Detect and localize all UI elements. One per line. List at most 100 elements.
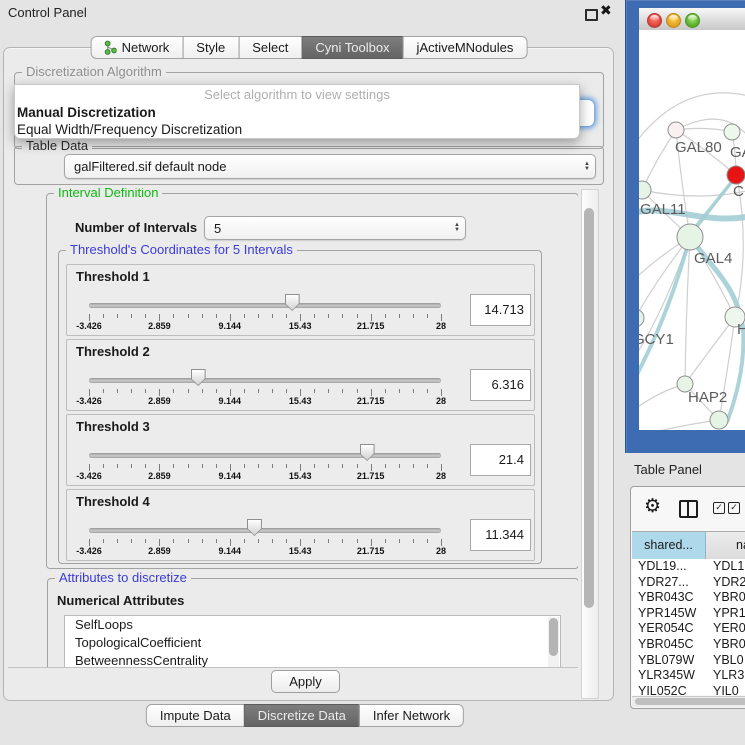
attribute-list-item[interactable]: TopologicalCoefficient — [65, 634, 560, 652]
node-gal4[interactable] — [677, 224, 703, 250]
gear-icon[interactable]: ⚙ — [644, 495, 661, 518]
threshold-slider[interactable]: -3.4262.8599.14415.4321.71528 — [89, 490, 441, 560]
slider-tick — [188, 539, 189, 543]
tab-label: Select — [252, 40, 288, 55]
network-window-frame[interactable]: GAL80GACGAL11GAL4GCY1HHAP2 — [625, 0, 745, 453]
popup-item-manual-discretization[interactable]: Manual Discretization — [15, 104, 579, 121]
tab-infer-network[interactable]: Infer Network — [359, 704, 464, 727]
apply-button[interactable]: Apply — [271, 670, 340, 693]
popup-item-equal-width-frequency-discretization[interactable]: Equal Width/Frequency Discretization — [15, 121, 579, 138]
tab-label: Discretize Data — [258, 708, 346, 723]
node-red[interactable] — [727, 166, 745, 184]
attributes-list[interactable]: SelfLoopsTopologicalCoefficientBetweenne… — [64, 615, 561, 668]
column-header-name[interactable]: na — [706, 532, 745, 559]
network-edge[interactable] — [639, 237, 690, 386]
slider-tick-label: 15.43 — [289, 471, 312, 481]
tab-style[interactable]: Style — [182, 36, 239, 59]
threshold-value-field[interactable]: 14.713 — [470, 294, 531, 326]
close-icon[interactable]: ✖ — [600, 2, 612, 19]
zoom-traffic-light-icon[interactable] — [685, 13, 700, 28]
table-data-combobox[interactable]: galFiltered.sif default node ▲▼ — [64, 154, 596, 179]
slider-handle[interactable] — [360, 444, 375, 461]
float-window-icon[interactable] — [585, 9, 598, 21]
group-title: Threshold's Coordinates for 5 Intervals — [66, 242, 297, 258]
table-row[interactable]: YDL19...YDL1 — [632, 559, 745, 575]
number-of-intervals-combobox[interactable]: 5 ▲▼ — [204, 216, 466, 240]
node-gal11[interactable] — [639, 181, 651, 199]
horizontal-scrollbar[interactable] — [632, 696, 745, 707]
threshold-value-field[interactable]: 21.4 — [470, 444, 531, 476]
tab-impute-data[interactable]: Impute Data — [146, 704, 245, 727]
slider-track[interactable] — [89, 528, 441, 533]
cell-name: YBR0 — [705, 637, 745, 653]
network-edge[interactable] — [639, 237, 690, 318]
checkbox-icon[interactable]: ✓ — [728, 502, 740, 514]
slider-tick — [427, 464, 428, 468]
slider-tick — [441, 539, 442, 546]
split-columns-icon[interactable] — [679, 500, 698, 518]
table-row[interactable]: YBR043CYBR0 — [632, 590, 745, 606]
network-edge[interactable] — [639, 420, 719, 430]
close-traffic-light-icon[interactable] — [647, 13, 662, 28]
threshold-slider[interactable]: -3.4262.8599.14415.4321.71528 — [89, 265, 441, 335]
node-gal80[interactable] — [668, 122, 684, 138]
slider-tick-label: 2.859 — [148, 471, 171, 481]
network-edge[interactable] — [642, 190, 745, 196]
slider-tick — [357, 314, 358, 318]
list-scrollbar[interactable] — [548, 617, 559, 668]
tab-cyni-toolbox[interactable]: Cyni Toolbox — [301, 36, 403, 59]
number-of-intervals-label: Number of Intervals — [75, 220, 197, 235]
slider-tick — [103, 464, 104, 468]
tab-jactivemnodules[interactable]: jActiveMNodules — [403, 36, 528, 59]
network-edge[interactable] — [737, 183, 743, 308]
slider-handle[interactable] — [247, 519, 262, 536]
bottom-tab-bar: Impute Data Discretize Data Infer Network — [146, 704, 464, 727]
threshold-value-field[interactable]: 11.344 — [470, 519, 531, 551]
popup-prompt-item[interactable]: Select algorithm to view settings — [15, 85, 579, 104]
group-title: Discretization Algorithm — [22, 64, 166, 80]
slider-track[interactable] — [89, 378, 441, 383]
tab-discretize-data[interactable]: Discretize Data — [244, 704, 360, 727]
table-row[interactable]: YIL052CYIL0 — [632, 684, 745, 695]
network-canvas[interactable]: GAL80GACGAL11GAL4GCY1HHAP2 — [639, 30, 745, 430]
node-bottom[interactable] — [710, 411, 728, 429]
minimize-traffic-light-icon[interactable] — [666, 13, 681, 28]
slider-tick-label: -3.426 — [76, 546, 102, 556]
threshold-slider[interactable]: -3.4262.8599.14415.4321.71528 — [89, 415, 441, 485]
tab-network[interactable]: Network — [91, 36, 184, 59]
checkbox-icon[interactable]: ✓ — [713, 502, 725, 514]
vertical-scrollbar[interactable] — [581, 189, 599, 699]
cell-shared-name: YDL19... — [632, 559, 705, 575]
network-edge[interactable] — [727, 330, 743, 422]
attribute-list-item[interactable]: BetweennessCentrality — [65, 652, 560, 668]
node-topright[interactable] — [724, 124, 740, 140]
slider-tick-label: 15.43 — [289, 396, 312, 406]
tab-select[interactable]: Select — [238, 36, 302, 59]
slider-tick — [399, 539, 400, 543]
table-row[interactable]: YER054CYER0 — [632, 621, 745, 637]
threshold-slider[interactable]: -3.4262.8599.14415.4321.71528 — [89, 340, 441, 410]
slider-tick — [145, 389, 146, 393]
node-gcy1[interactable] — [639, 309, 644, 327]
slider-track[interactable] — [89, 453, 441, 458]
slider-track[interactable] — [89, 303, 441, 308]
table-row[interactable]: YBL079WYBL0 — [632, 653, 745, 669]
network-window-titlebar[interactable] — [639, 8, 745, 31]
network-edge[interactable] — [685, 317, 735, 384]
attributes-group: Attributes to discretize Numerical Attri… — [47, 578, 578, 668]
network-edge[interactable] — [642, 130, 676, 190]
table-row[interactable]: YLR345WYLR3 — [632, 668, 745, 684]
node-label: HAP2 — [688, 389, 727, 406]
threshold-value-field[interactable]: 6.316 — [470, 369, 531, 401]
table-row[interactable]: YPR145WYPR1 — [632, 606, 745, 622]
network-edge[interactable] — [685, 237, 690, 384]
slider-tick-label: 15.43 — [289, 321, 312, 331]
column-header-shared-name[interactable]: shared... — [632, 532, 706, 559]
slider-tick — [117, 389, 118, 393]
slider-tick — [385, 314, 386, 318]
table-row[interactable]: YDR27...YDR2 — [632, 575, 745, 591]
table-row[interactable]: YBR045CYBR0 — [632, 637, 745, 653]
slider-handle[interactable] — [191, 369, 206, 386]
slider-handle[interactable] — [285, 294, 300, 311]
attribute-list-item[interactable]: SelfLoops — [65, 616, 560, 634]
